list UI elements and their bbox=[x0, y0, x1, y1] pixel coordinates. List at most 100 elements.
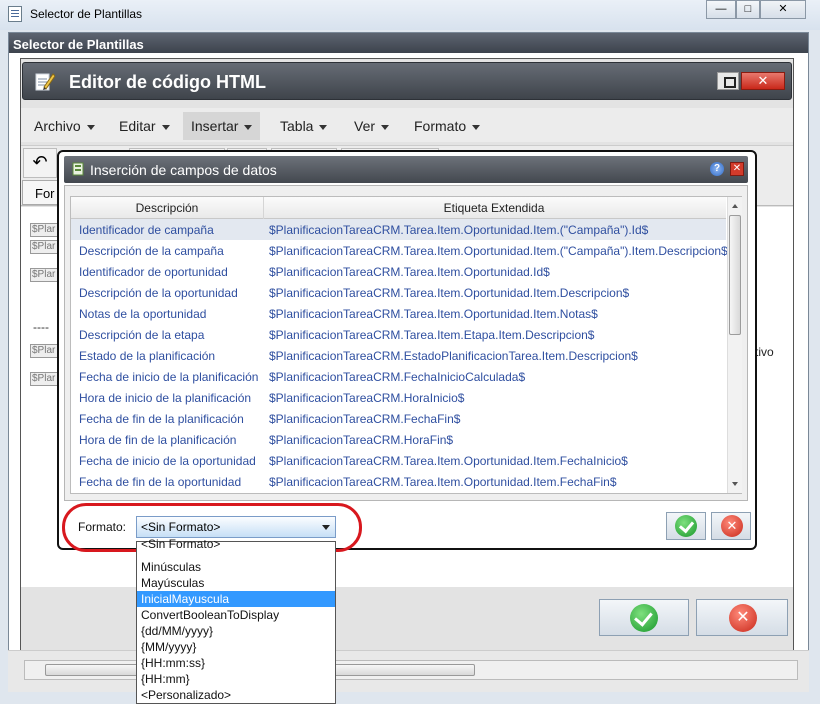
cell-extended-tag: $PlanificacionTareaCRM.Tarea.Item.Oportu… bbox=[269, 475, 617, 489]
outer-subtitle-bar: Selector de Plantillas bbox=[9, 33, 808, 53]
format-option[interactable]: {HH:mm:ss} bbox=[137, 655, 335, 671]
cancel-icon: ✕ bbox=[729, 604, 757, 632]
editor-titlebar: Editor de código HTML ✕ bbox=[22, 62, 792, 100]
edit-document-icon bbox=[35, 73, 55, 91]
menu-label: Ver bbox=[354, 118, 376, 134]
database-icon bbox=[72, 162, 84, 176]
cell-description: Hora de fin de la planificación bbox=[79, 433, 237, 447]
cell-description: Fecha de inicio de la planificación bbox=[79, 370, 259, 384]
format-option[interactable]: {MM/yyyy} bbox=[137, 639, 335, 655]
format-option[interactable]: <Sin Formato> bbox=[137, 536, 335, 552]
document-icon bbox=[8, 6, 22, 22]
menu-archivo[interactable]: Archivo bbox=[26, 112, 103, 140]
cell-description: Descripción de la oportunidad bbox=[79, 286, 238, 300]
scroll-up-icon[interactable] bbox=[732, 204, 738, 208]
table-row[interactable]: Hora de fin de la planificación $Planific… bbox=[71, 429, 726, 450]
menu-label: Editar bbox=[119, 118, 156, 134]
cell-description: Identificador de campaña bbox=[79, 223, 214, 237]
cell-description: Notas de la oportunidad bbox=[79, 307, 207, 321]
table-row[interactable]: Notas de la oportunidad $PlanificacionTar… bbox=[71, 303, 726, 324]
format-option[interactable]: Mayúsculas bbox=[137, 575, 335, 591]
dialog-title: Inserción de campos de datos bbox=[90, 162, 277, 178]
chevron-down-icon bbox=[319, 124, 328, 130]
check-icon bbox=[630, 604, 658, 632]
format-option[interactable]: InicialMayuscula bbox=[137, 591, 335, 607]
menu-label: Archivo bbox=[34, 118, 81, 134]
cell-description: Hora de inicio de la planificación bbox=[79, 391, 252, 405]
dialog-ok-button[interactable] bbox=[666, 512, 706, 540]
cell-extended-tag: $PlanificacionTareaCRM.FechaInicioCalcul… bbox=[269, 370, 526, 384]
editor-close-button[interactable]: ✕ bbox=[741, 72, 785, 90]
cell-extended-tag: $PlanificacionTareaCRM.Tarea.Item.Etapa.… bbox=[269, 328, 595, 342]
vertical-scrollbar[interactable] bbox=[727, 197, 742, 493]
placeholder-tag: $Plar bbox=[30, 372, 60, 386]
menu-formato[interactable]: Formato bbox=[406, 112, 488, 140]
editor-ok-button[interactable] bbox=[599, 599, 689, 636]
cell-extended-tag: $PlanificacionTareaCRM.Tarea.Item.Oportu… bbox=[269, 244, 728, 258]
undo-button[interactable]: ↶ bbox=[23, 148, 57, 178]
table-row[interactable]: Fecha de fin de la planificación $Planifi… bbox=[71, 408, 726, 429]
menu-bar: Archivo Editar Insertar Tabla Ver Format… bbox=[21, 108, 793, 142]
scrollbar-thumb[interactable] bbox=[729, 215, 741, 335]
cell-extended-tag: $PlanificacionTareaCRM.FechaFin$ bbox=[269, 412, 461, 426]
table-row[interactable]: Estado de la planificación $Planificacion… bbox=[71, 345, 726, 366]
close-button[interactable]: ✕ bbox=[760, 0, 806, 19]
format-option[interactable]: {dd/MM/yyyy} bbox=[137, 623, 335, 639]
cell-extended-tag: $PlanificacionTareaCRM.Tarea.Item.Oportu… bbox=[269, 223, 649, 237]
menu-ver[interactable]: Ver bbox=[346, 112, 397, 140]
cell-description: Descripción de la campaña bbox=[79, 244, 224, 258]
dialog-titlebar: Inserción de campos de datos ? ✕ bbox=[64, 156, 748, 183]
format-option[interactable]: Minúsculas bbox=[137, 559, 335, 575]
cell-description: Estado de la planificación bbox=[79, 349, 216, 363]
table-row[interactable]: Identificador de campaña $PlanificacionTa… bbox=[71, 219, 726, 240]
editor-title: Editor de código HTML bbox=[69, 72, 266, 92]
column-header-description[interactable]: Descripción bbox=[71, 197, 264, 219]
table-row[interactable]: Descripción de la etapa $PlanificacionTar… bbox=[71, 324, 726, 345]
table-row[interactable]: Hora de inicio de la planificación $Plani… bbox=[71, 387, 726, 408]
fields-grid: Descripción Etiqueta Extendida Identific… bbox=[70, 196, 742, 494]
format-option[interactable]: ConvertBooleanToDisplay bbox=[137, 607, 335, 623]
editor-cancel-button[interactable]: ✕ bbox=[696, 599, 788, 636]
column-header-tag[interactable]: Etiqueta Extendida bbox=[264, 197, 724, 219]
maximize-button[interactable]: □ bbox=[736, 0, 760, 19]
menu-editar[interactable]: Editar bbox=[111, 112, 178, 140]
menu-label: Insertar bbox=[191, 118, 239, 134]
restore-button[interactable] bbox=[717, 72, 739, 90]
scroll-down-icon[interactable] bbox=[732, 482, 738, 486]
menu-label: Formato bbox=[414, 118, 467, 134]
menu-tabla[interactable]: Tabla bbox=[272, 112, 335, 140]
cell-extended-tag: $PlanificacionTareaCRM.Tarea.Item.Oportu… bbox=[269, 286, 630, 300]
cell-extended-tag: $PlanificacionTareaCRM.Tarea.Item.Oportu… bbox=[269, 307, 598, 321]
cell-extended-tag: $PlanificacionTareaCRM.EstadoPlanificaci… bbox=[269, 349, 638, 363]
format-tab[interactable]: For bbox=[22, 180, 58, 205]
cell-extended-tag: $PlanificacionTareaCRM.Tarea.Item.Oportu… bbox=[269, 454, 628, 468]
table-row[interactable]: Descripción de la oportunidad $Planificac… bbox=[71, 282, 726, 303]
table-row[interactable]: Fecha de inicio de la planificación $Plan… bbox=[71, 366, 726, 387]
help-icon[interactable]: ? bbox=[710, 162, 724, 176]
outer-window-title: Selector de Plantillas bbox=[30, 7, 143, 21]
cell-extended-tag: $PlanificacionTareaCRM.HoraInicio$ bbox=[269, 391, 465, 405]
dialog-close-button[interactable]: ✕ bbox=[730, 162, 744, 176]
minimize-button[interactable]: — bbox=[706, 0, 736, 19]
separator-text: ---- bbox=[33, 320, 49, 334]
outer-subtitle: Selector de Plantillas bbox=[13, 37, 144, 52]
format-option[interactable]: <Personalizado> bbox=[137, 687, 335, 703]
chevron-down-icon bbox=[86, 124, 95, 130]
menu-insertar[interactable]: Insertar bbox=[183, 112, 261, 140]
cell-description: Descripción de la etapa bbox=[79, 328, 205, 342]
cell-extended-tag: $PlanificacionTareaCRM.HoraFin$ bbox=[269, 433, 454, 447]
chevron-down-icon bbox=[381, 124, 390, 130]
placeholder-tag: $Plar bbox=[30, 223, 60, 237]
format-option[interactable]: {HH:mm} bbox=[137, 671, 335, 687]
cell-description: Fecha de fin de la planificación bbox=[79, 412, 244, 426]
placeholder-tag: $Plar bbox=[30, 268, 60, 282]
cancel-icon: ✕ bbox=[721, 515, 743, 537]
table-row[interactable]: Fecha de fin de la oportunidad $Planifica… bbox=[71, 471, 726, 492]
cell-description: Fecha de inicio de la oportunidad bbox=[79, 454, 256, 468]
dialog-cancel-button[interactable]: ✕ bbox=[711, 512, 751, 540]
table-row[interactable]: Fecha de inicio de la oportunidad $Planif… bbox=[71, 450, 726, 471]
table-row[interactable]: Descripción de la campaña $PlanificacionT… bbox=[71, 240, 728, 261]
format-dropdown-list: <Sin Formato> Minúsculas Mayúsculas Inicial… bbox=[136, 537, 336, 704]
grid-header: Descripción Etiqueta Extendida bbox=[71, 197, 726, 219]
table-row[interactable]: Identificador de oportunidad $Planificaci… bbox=[71, 261, 726, 282]
